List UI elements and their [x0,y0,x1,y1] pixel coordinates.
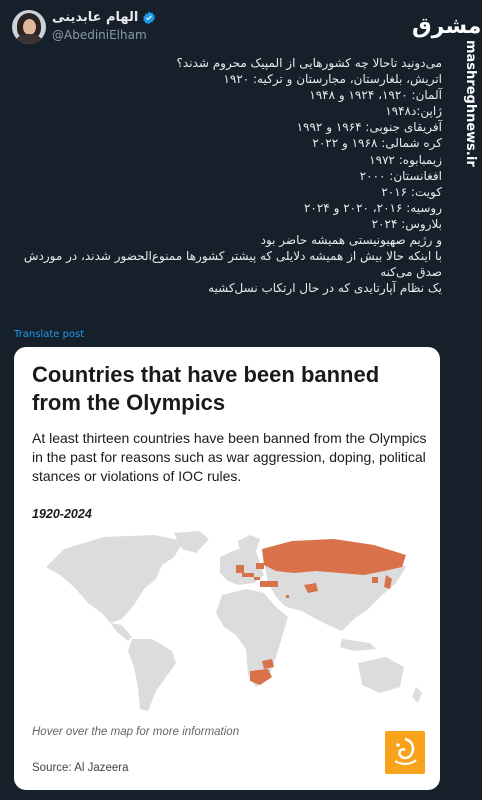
map-banned-germany [236,565,244,573]
avatar[interactable] [12,10,46,44]
tweet-line: کویت: ۲۰۱۶ [381,184,442,199]
map-banned-austria-hungary [242,573,254,577]
map-land-south-america [128,639,176,711]
verified-badge-icon [143,11,156,24]
tweet-line: اتریش، بلغارستان، مجارستان و ترکیه: ۱۹۲۰ [223,72,442,87]
map-banned-belarus [256,563,264,569]
tweet-line: یک نظام آپارتایدی که در حال ارتکاب نسل‌ک… [208,281,442,296]
tweet-line: روسیه: ۲۰۱۶، ۲۰۲۰ و ۲۰۲۴ [303,200,442,215]
tweet-line: بلاروس: ۲۰۲۴ [371,216,442,231]
site-watermark: mashreghnews.ir [463,40,478,167]
card-title: Countries that have been banned from the… [32,362,380,415]
card-subtitle: At least thirteen countries have been ba… [32,430,427,484]
map-banned-kuwait [286,595,289,598]
mashregh-logo: مشرق [412,14,482,39]
translate-post-link[interactable]: Translate post [14,329,84,340]
source-credit: Source: Al Jazeera [32,762,129,774]
tweet-line: کره شمالی: ۱۹۶۸ و ۲۰۲۲ [312,136,442,151]
map-land-greenland [174,531,209,553]
author-handle[interactable]: @AbediniElham [52,28,147,42]
tweet-line: افغانستان: ۲۰۰۰ [359,168,442,183]
tweet-line: زیمبابوه: ۱۹۷۲ [369,152,442,167]
map-banned-bulgaria [254,577,260,580]
tweet-line: و رژیم صهیونیستی همیشه حاضر بود [260,233,442,248]
map-land-indonesia [340,639,376,651]
tweet-line: با اینکه حالا بیش از همیشه دلایلی که پیش… [23,249,442,280]
tweet-line: می‌دونید تاحالا چه کشورهایی از المپیک مح… [176,56,442,70]
al-jazeera-logo-icon [385,731,425,774]
map-land-australia [358,657,404,693]
author-name[interactable]: الهام عابدینی [52,10,138,25]
author-name-row: الهام عابدینی [52,10,156,25]
map-banned-north-korea [372,577,378,583]
tweet-line: آلمان: ۱۹۲۰، ۱۹۲۴ و ۱۹۴۸ [309,88,442,103]
tweet-header: الهام عابدینی @AbediniElham [0,0,482,50]
tweet-line: آفریقای جنوبی: ۱۹۶۴ و ۱۹۹۲ [296,120,442,135]
tweet-line: ژاپن:د۱۹۴۸ [385,104,442,119]
tweet-text: می‌دونید تاحالا چه کشورهایی از المپیک مح… [22,55,442,296]
map-banned-russia [262,539,406,575]
map-land-new-zealand [412,687,422,703]
map-land-north-america [46,535,184,623]
media-card[interactable]: Countries that have been banned from the… [14,347,440,790]
map-hover-note: Hover over the map for more information [32,726,240,738]
map-land-central-america [110,623,132,641]
map-banned-turkey [260,581,278,587]
world-map[interactable] [24,527,434,717]
card-date-range: 1920-2024 [32,507,92,521]
